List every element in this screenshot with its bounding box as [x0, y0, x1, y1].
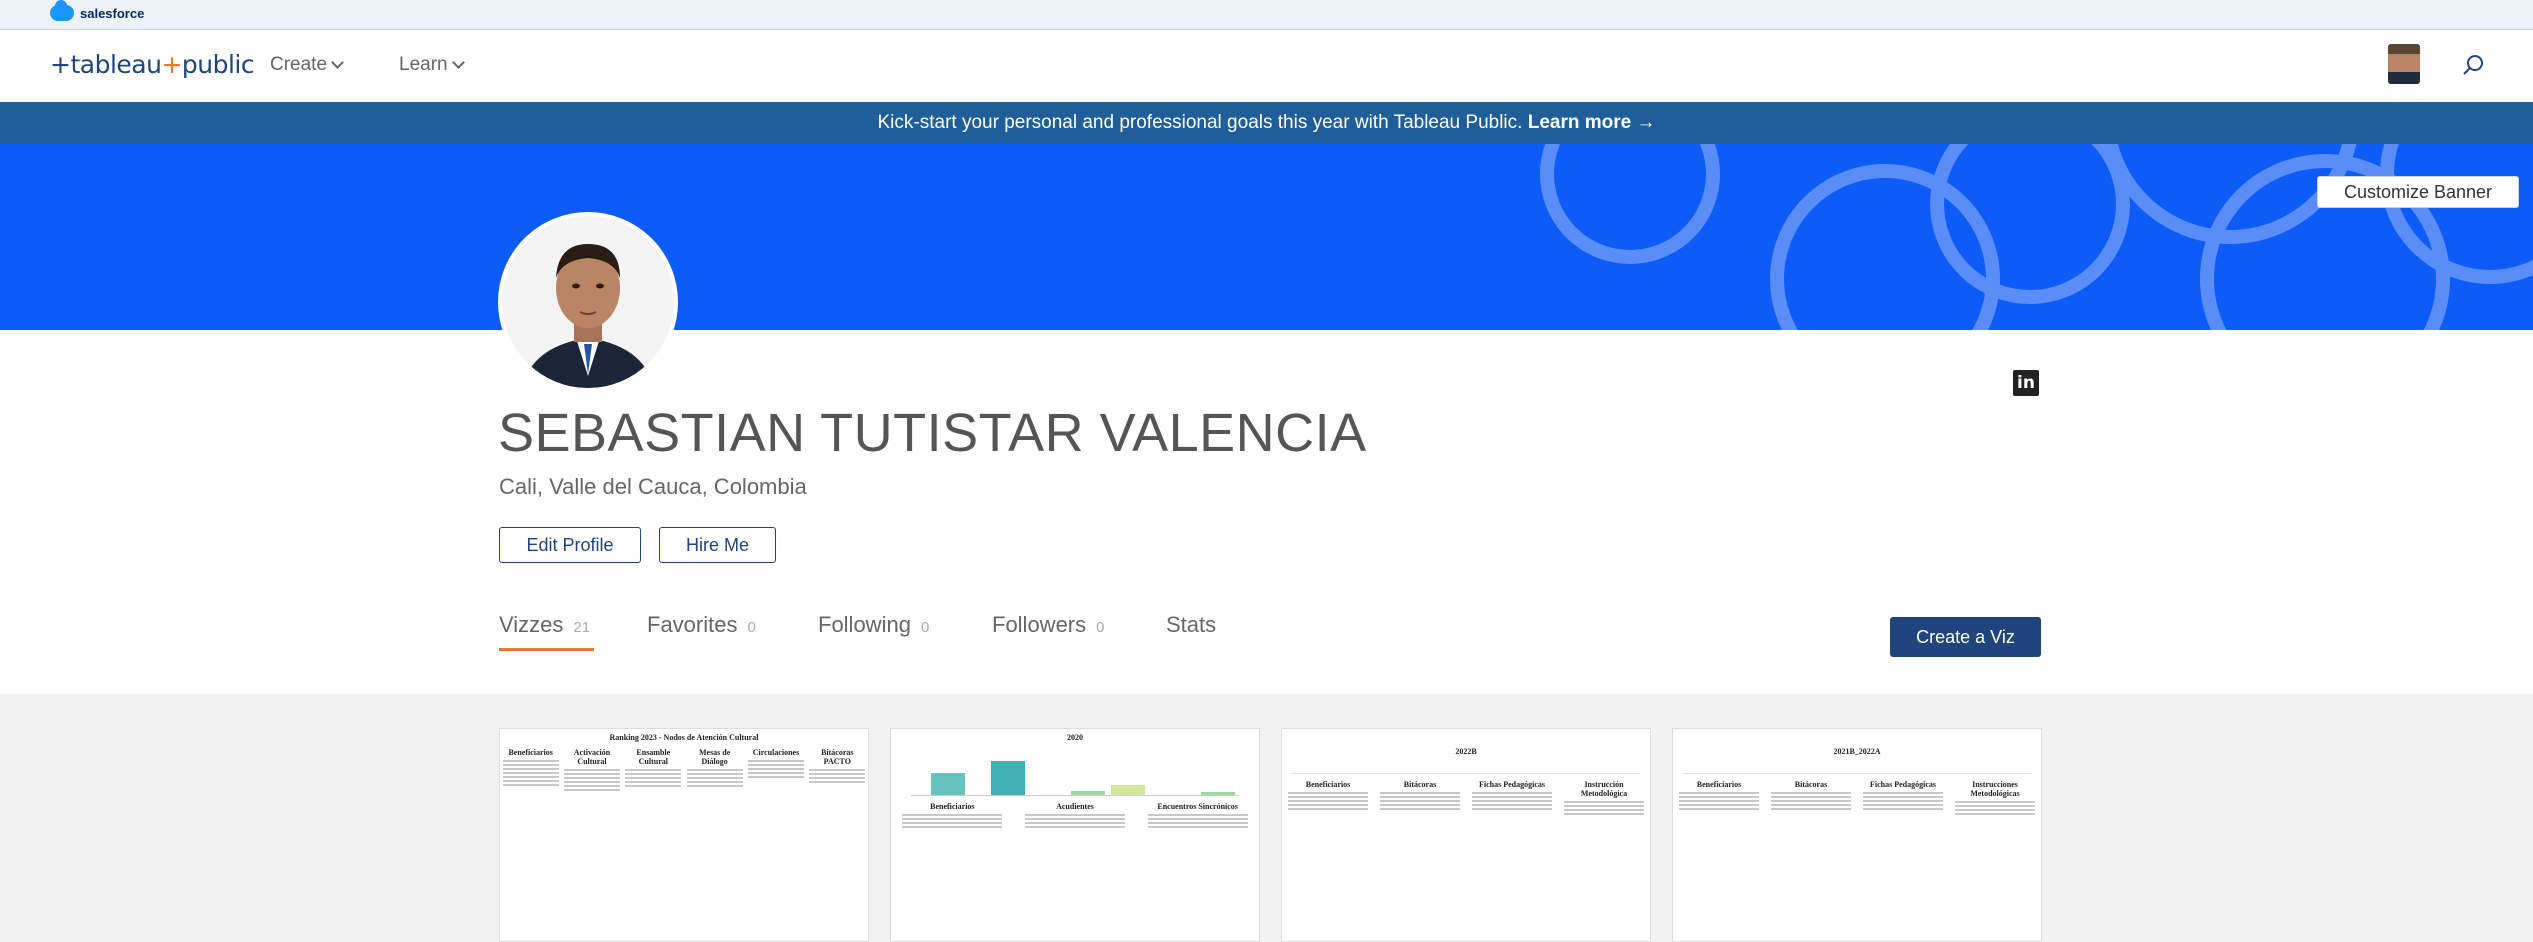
viz-card[interactable]: 2020 Beneficiarios Acudientes Encuentros…	[890, 728, 1260, 942]
viz-card[interactable]: 2021B_2022A Beneficiarios Bitácoras Fich…	[1672, 728, 2042, 942]
viz-header: Beneficiarios	[930, 802, 975, 811]
tab-count: 0	[1096, 619, 1105, 636]
nav-learn[interactable]: Learn	[399, 54, 465, 76]
viz-header: Fichas Pedagógicas	[1479, 780, 1545, 789]
tab-following[interactable]: Following 0	[818, 612, 929, 638]
viz-header: Mesas de Diálogo	[698, 748, 731, 766]
tableau-public-logo[interactable]: +tableau+public	[50, 50, 255, 79]
viz-card-title: 2020	[1067, 733, 1083, 742]
viz-header: Instrucción Metodológica	[1580, 780, 1628, 798]
nav-learn-label: Learn	[399, 54, 448, 75]
viz-header: Bitácoras PACTO	[821, 748, 854, 766]
viz-header: Beneficiarios	[508, 748, 553, 757]
viz-header: Activación Cultural	[573, 748, 611, 766]
tab-favorites[interactable]: Favorites 0	[647, 612, 756, 638]
tab-stats[interactable]: Stats	[1166, 612, 1216, 638]
viz-header: Fichas Pedagógicas	[1870, 780, 1936, 789]
viz-header: Instrucciones Metodológicas	[1970, 780, 2020, 798]
viz-gallery	[0, 694, 2533, 942]
tab-count: 0	[747, 619, 756, 636]
chevron-down-icon	[451, 56, 465, 69]
tab-label: Vizzes	[499, 612, 564, 637]
viz-header: Beneficiarios	[1305, 780, 1351, 789]
viz-card[interactable]: 2022B Beneficiarios Bitácoras Fichas Ped…	[1281, 728, 1651, 942]
tab-label: Followers	[992, 612, 1087, 637]
linkedin-icon[interactable]: in	[2013, 370, 2039, 396]
viz-mini-chart	[911, 748, 1239, 796]
active-tab-indicator	[499, 648, 594, 651]
salesforce-text: salesforce	[80, 5, 145, 21]
create-viz-button[interactable]: Create a Viz	[1890, 617, 2041, 657]
tab-followers[interactable]: Followers 0	[992, 612, 1104, 638]
tab-label: Following	[818, 612, 911, 637]
tab-label: Stats	[1166, 612, 1217, 637]
salesforce-cloud-icon	[50, 0, 74, 21]
tab-count: 21	[573, 619, 591, 636]
tab-label: Favorites	[647, 612, 738, 637]
profile-avatar	[498, 212, 678, 392]
user-avatar[interactable]	[2388, 44, 2420, 84]
nav-create[interactable]: Create	[270, 54, 344, 76]
promo-learn-more-link[interactable]: Learn more →	[1528, 112, 1656, 133]
promo-text: Kick-start your personal and professiona…	[877, 112, 1528, 133]
customize-banner-button[interactable]: Customize Banner	[2317, 176, 2519, 208]
profile-name: SEBASTIAN TUTISTAR VALENCIA	[498, 403, 1367, 463]
search-icon[interactable]	[2462, 54, 2484, 76]
viz-mini-chart	[1683, 760, 2031, 774]
viz-card-title: Ranking 2023 - Nodos de Atención Cultura…	[609, 733, 759, 742]
viz-header: Circulaciones	[752, 748, 800, 757]
tab-vizzes[interactable]: Vizzes 21	[499, 612, 590, 638]
chevron-down-icon	[331, 56, 344, 69]
banner-decoration	[1540, 144, 1720, 264]
profile-banner: Customize Banner	[0, 144, 2533, 330]
viz-header: Bitácoras	[1794, 780, 1828, 789]
promo-banner: Kick-start your personal and professiona…	[0, 102, 2533, 144]
logo-tableau: +tableau	[50, 50, 162, 79]
viz-card-title: 2022B	[1455, 747, 1477, 756]
viz-header: Encuentros Sincrónicos	[1157, 802, 1238, 811]
viz-card[interactable]: Ranking 2023 - Nodos de Atención Cultura…	[499, 728, 869, 942]
logo-public: public	[181, 50, 255, 79]
profile-location: Cali, Valle del Cauca, Colombia	[499, 474, 807, 499]
viz-mini-chart	[1292, 760, 1640, 774]
salesforce-logo[interactable]: salesforce	[50, 0, 145, 21]
edit-profile-button[interactable]: Edit Profile	[499, 527, 641, 563]
salesforce-bar: salesforce	[0, 0, 2533, 30]
viz-header: Beneficiarios	[1696, 780, 1742, 789]
viz-header: Acudientes	[1056, 802, 1094, 811]
tab-count: 0	[920, 619, 930, 636]
top-nav: +tableau+public Create Learn	[0, 30, 2533, 102]
viz-header: Ensamble Cultural	[636, 748, 671, 766]
logo-plus: +	[161, 50, 182, 79]
viz-card-title: 2021B_2022A	[1833, 747, 1881, 756]
nav-create-label: Create	[270, 54, 328, 75]
viz-header: Bitácoras	[1403, 780, 1437, 789]
hire-me-button[interactable]: Hire Me	[659, 527, 776, 563]
